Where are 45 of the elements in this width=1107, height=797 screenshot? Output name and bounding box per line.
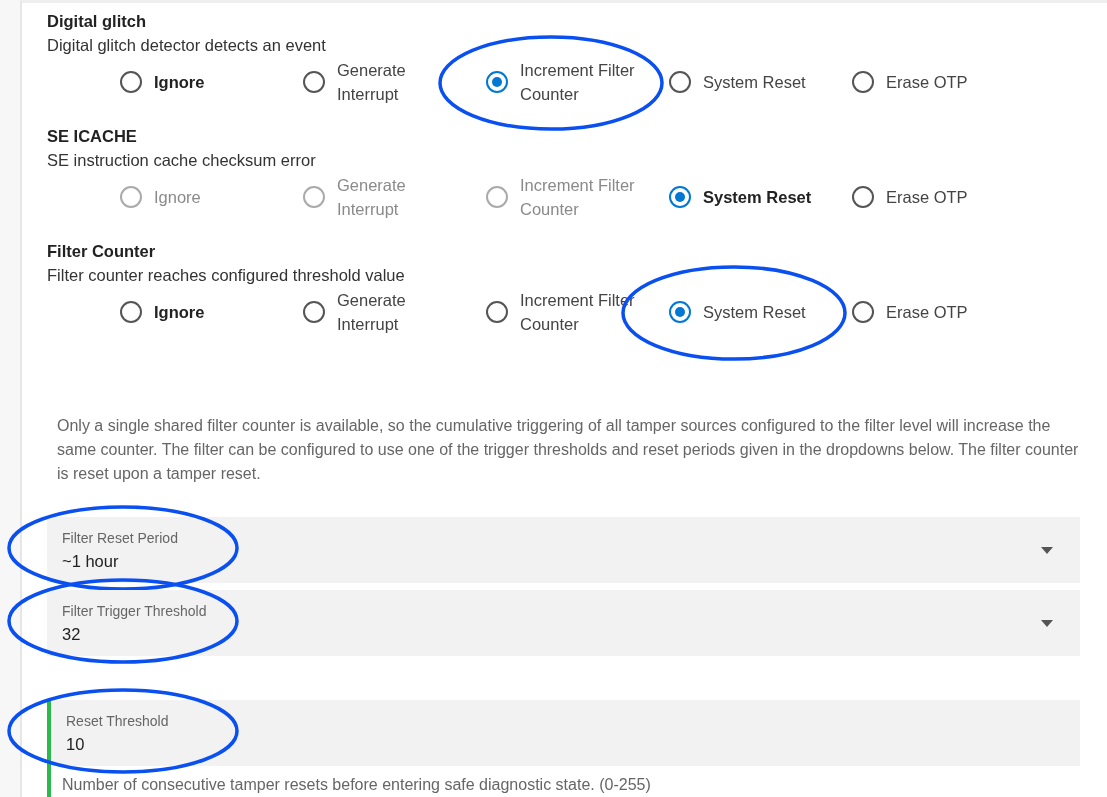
info-text: Only a single shared filter counter is available, so the cumulative triggering of all tamper sources configured to the filter level will increase the same counter. The filter can be configured to use one of the trigger thresholds and reset periods given in the dropdowns below. The filter counter is reset upon a tamper reset. xyxy=(57,416,1080,484)
section-description: SE instruction cache checksum error xyxy=(47,150,317,171)
option-label: Ignore xyxy=(154,72,206,93)
helper-text: Number of consecutive tamper resets before entering safe diagnostic state. (0-255) xyxy=(61,775,652,795)
option-label: System Reset xyxy=(703,187,813,208)
option-label: Generate Interrupt xyxy=(337,175,407,220)
radio-button[interactable] xyxy=(120,71,142,93)
input-field[interactable]: Reset Threshold 10 xyxy=(51,700,1080,766)
section-title: SE ICACHE xyxy=(47,126,138,147)
caret-icon xyxy=(1041,619,1053,627)
radio-button[interactable] xyxy=(669,186,691,208)
radio-button[interactable] xyxy=(303,71,325,93)
option-label: Erase OTP xyxy=(886,302,969,323)
radio-button[interactable] xyxy=(669,71,691,93)
field-label: Filter Reset Period xyxy=(62,528,179,547)
radio-button[interactable] xyxy=(852,301,874,323)
section-description: Filter counter reaches configured threshold value xyxy=(47,265,406,286)
option-label: System Reset xyxy=(703,72,807,93)
radio-button[interactable] xyxy=(669,301,691,323)
field-value: ~1 hour xyxy=(62,550,120,572)
dropdown[interactable]: Filter Trigger Threshold 32 xyxy=(47,590,1080,656)
option-label: Generate Interrupt xyxy=(337,60,407,105)
section-title: Digital glitch xyxy=(47,11,147,32)
radio-button[interactable] xyxy=(852,186,874,208)
field-value: 32 xyxy=(62,623,82,645)
dropdown[interactable]: Filter Reset Period ~1 hour xyxy=(47,517,1080,583)
section-title: Filter Counter xyxy=(47,241,157,262)
field-label: Filter Trigger Threshold xyxy=(62,601,208,620)
field-label: Reset Threshold xyxy=(66,711,170,730)
option-label: Generate Interrupt xyxy=(337,290,407,335)
option-label: System Reset xyxy=(703,302,807,323)
option-label: Erase OTP xyxy=(886,72,969,93)
option-label: Increment Filter Counter xyxy=(520,175,636,220)
field-value: 10 xyxy=(66,733,86,755)
section-description: Digital glitch detector detects an event xyxy=(47,35,327,56)
radio-button[interactable] xyxy=(852,71,874,93)
option-label: Ignore xyxy=(154,187,202,208)
caret-icon xyxy=(1041,546,1053,554)
option-label: Ignore xyxy=(154,302,206,323)
radio-button[interactable] xyxy=(303,301,325,323)
radio-button[interactable] xyxy=(486,71,508,93)
radio-button[interactable] xyxy=(120,301,142,323)
option-label: Erase OTP xyxy=(886,187,969,208)
option-label: Increment Filter Counter xyxy=(520,60,636,105)
radio-button[interactable] xyxy=(486,301,508,323)
